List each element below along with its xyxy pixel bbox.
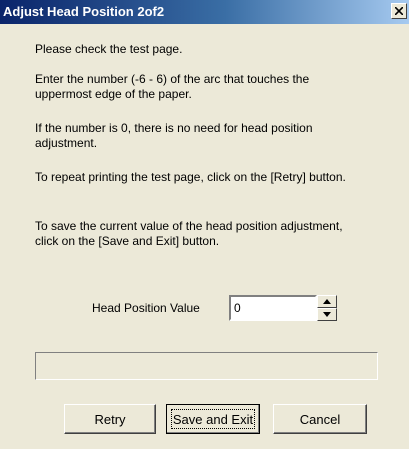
cancel-button-label: Cancel [299, 411, 341, 427]
instruction-save-exit: To save the current value of the head po… [35, 219, 343, 248]
instruction-enter-number: Enter the number (-6 - 6) of the arc tha… [35, 72, 310, 101]
close-icon [395, 7, 403, 15]
dialog-window: Adjust Head Position 2of2 Please check t… [0, 0, 409, 449]
head-position-stepper[interactable] [229, 295, 337, 321]
progress-bar [35, 352, 378, 380]
instruction-check-test-page: Please check the test page. [35, 42, 183, 56]
triangle-up-icon [323, 299, 331, 304]
instruction-retry: To repeat printing the test page, click … [35, 170, 346, 184]
retry-button[interactable]: Retry [64, 404, 156, 434]
title-bar[interactable]: Adjust Head Position 2of2 [0, 0, 409, 24]
head-position-input[interactable] [229, 295, 317, 321]
head-position-label: Head Position Value [92, 301, 200, 315]
cancel-button[interactable]: Cancel [273, 404, 367, 434]
close-button[interactable] [391, 3, 407, 19]
stepper-down-button[interactable] [317, 308, 337, 321]
retry-button-label: Retry [94, 411, 126, 427]
stepper-up-button[interactable] [317, 295, 337, 308]
save-and-exit-button-label: Save and Exit [172, 411, 254, 427]
save-and-exit-button[interactable]: Save and Exit [166, 404, 260, 434]
instruction-zero-no-adjustment: If the number is 0, there is no need for… [35, 121, 313, 150]
dialog-title: Adjust Head Position 2of2 [3, 4, 165, 19]
triangle-down-icon [323, 312, 331, 317]
stepper-buttons [317, 295, 337, 321]
